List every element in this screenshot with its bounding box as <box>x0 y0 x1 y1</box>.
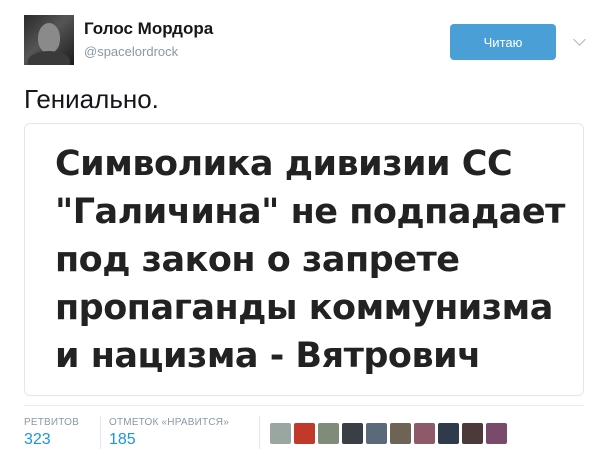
stat-divider <box>259 416 260 449</box>
liker-avatar[interactable] <box>486 423 507 444</box>
liker-avatar[interactable] <box>390 423 411 444</box>
image-headline: Символика дивизии СС "Галичина" не подпа… <box>55 140 575 380</box>
liker-avatar[interactable] <box>366 423 387 444</box>
liker-avatar[interactable] <box>438 423 459 444</box>
avatar-shoulder <box>28 51 70 65</box>
follow-button[interactable]: Читаю <box>450 24 556 60</box>
divider <box>24 405 584 406</box>
display-name[interactable]: Голос Мордора <box>84 19 213 39</box>
liker-avatar[interactable] <box>342 423 363 444</box>
liker-avatar[interactable] <box>462 423 483 444</box>
liker-avatar[interactable] <box>294 423 315 444</box>
likes-stat[interactable]: ОТМЕТОК «НРАВИТСЯ» 185 <box>109 417 229 449</box>
tweet-image[interactable]: Символика дивизии СС "Галичина" не подпа… <box>24 123 584 396</box>
retweets-stat[interactable]: РЕТВИТОВ 323 <box>24 417 79 449</box>
headline-line: под закон о запрете <box>55 240 460 280</box>
headline-line: "Галичина" не подпадает <box>55 192 565 232</box>
retweets-label: РЕТВИТОВ <box>24 417 80 428</box>
headline-line: Символика дивизии СС <box>55 144 513 184</box>
liker-avatar[interactable] <box>414 423 435 444</box>
retweets-count: 323 <box>24 431 51 448</box>
headline-line: и нацизма - Вятрович <box>55 336 481 376</box>
likes-count: 185 <box>109 431 136 448</box>
liker-avatars <box>270 423 507 444</box>
avatar-face <box>38 23 60 53</box>
headline-line: пропаганды коммунизма <box>55 288 553 328</box>
chevron-down-icon[interactable] <box>573 33 586 46</box>
liker-avatar[interactable] <box>318 423 339 444</box>
profile-avatar[interactable] <box>24 15 74 65</box>
user-handle[interactable]: @spacelordrock <box>84 44 178 59</box>
likes-label: ОТМЕТОК «НРАВИТСЯ» <box>109 417 229 428</box>
liker-avatar[interactable] <box>270 423 291 444</box>
stat-divider <box>100 416 101 449</box>
tweet-text: Гениально. <box>24 84 159 114</box>
